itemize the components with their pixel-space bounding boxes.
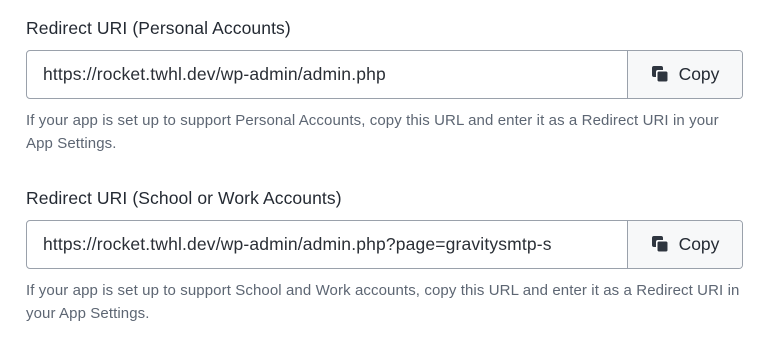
work-copy-label: Copy [678,234,720,254]
work-redirect-uri-input-group: Copy [26,220,743,269]
work-redirect-uri-field: Redirect URI (School or Work Accounts) C… [26,187,743,325]
personal-copy-label: Copy [678,64,720,84]
work-redirect-uri-input[interactable] [27,221,627,268]
personal-redirect-uri-help: If your app is set up to support Persona… [26,112,719,152]
copy-icon [651,65,670,84]
personal-redirect-uri-label: Redirect URI (Personal Accounts) [26,18,291,38]
work-copy-button[interactable]: Copy [627,221,742,268]
work-redirect-uri-label: Redirect URI (School or Work Accounts) [26,188,342,208]
personal-redirect-uri-field: Redirect URI (Personal Accounts) Copy If… [26,17,743,155]
personal-redirect-uri-input-group: Copy [26,50,743,99]
personal-copy-button[interactable]: Copy [627,51,742,98]
personal-redirect-uri-input[interactable] [27,51,627,98]
work-redirect-uri-help: If your app is set up to support School … [26,282,740,322]
copy-icon [651,235,670,254]
